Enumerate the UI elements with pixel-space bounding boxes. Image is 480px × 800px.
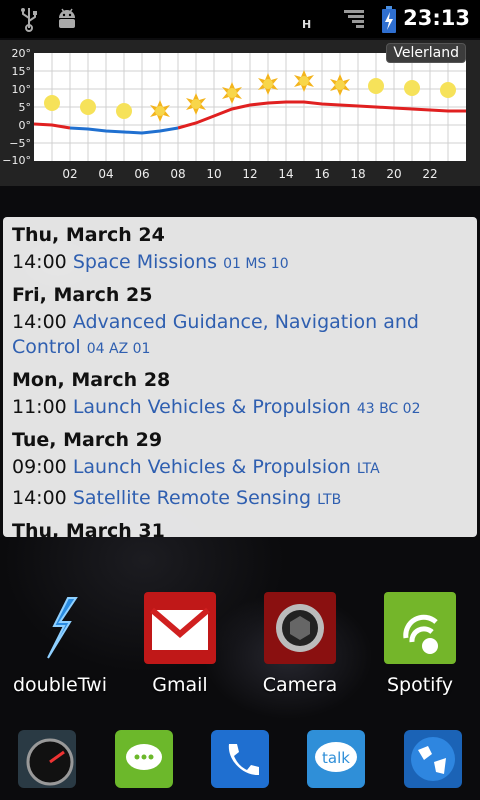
camera-icon: [264, 592, 336, 664]
x-axis-label: 14: [278, 167, 293, 181]
event-item[interactable]: 14:00 Satellite Remote Sensing LTB: [12, 486, 468, 513]
status-bar[interactable]: H 23:13: [0, 0, 480, 38]
moon-icon: [44, 95, 60, 111]
moon-icon: [440, 82, 456, 98]
messaging-icon[interactable]: [115, 730, 173, 788]
event-item[interactable]: 14:00 Space Missions 01 MS 10: [12, 250, 468, 277]
x-axis-label: 02: [62, 167, 77, 181]
x-axis-label: 12: [242, 167, 257, 181]
android-debug-icon: [59, 8, 75, 28]
event-title: Launch Vehicles & Propulsion: [72, 456, 351, 478]
event-item[interactable]: 11:00 Launch Vehicles & Propulsion 43 BC…: [12, 395, 468, 422]
talk-icon-text: talk: [322, 749, 350, 767]
y-axis-label: 15°: [12, 65, 32, 78]
gmail-icon: [144, 592, 216, 664]
event-room: LTB: [317, 492, 342, 508]
event-room: 01 MS 10: [223, 256, 289, 272]
y-axis-label: −10°: [2, 154, 31, 167]
x-axis-label: 10: [206, 167, 221, 181]
x-axis-label: 22: [422, 167, 437, 181]
day-header: Fri, March 25: [12, 284, 153, 306]
x-axis-label: 20: [386, 167, 401, 181]
talk-icon[interactable]: talk: [307, 730, 365, 788]
day-header: Tue, March 29: [12, 429, 163, 451]
event-item[interactable]: 14:00 Advanced Guidance, Navigation and …: [12, 310, 468, 362]
event-time: 14:00: [12, 251, 67, 273]
usb-icon: [21, 8, 37, 32]
event-room: LTA: [356, 461, 380, 477]
y-axis-label: 20°: [12, 47, 32, 60]
app-label: Gmail: [152, 674, 208, 696]
moon-icon: [404, 80, 420, 96]
x-axis-label: 18: [350, 167, 365, 181]
day-header: Mon, March 28: [12, 369, 171, 391]
speedometer-icon[interactable]: [18, 730, 76, 788]
app-label: Camera: [262, 674, 338, 696]
event-time: 11:00: [12, 396, 67, 418]
spotify-icon: [384, 592, 456, 664]
y-axis-label: −5°: [9, 137, 31, 150]
network-type: H: [302, 18, 312, 31]
x-axis-label: 04: [98, 167, 113, 181]
agenda-widget[interactable]: Thu, March 24 14:00 Space Missions 01 MS…: [3, 217, 477, 537]
x-axis-label: 06: [134, 167, 149, 181]
event-time: 14:00: [12, 487, 67, 509]
y-axis-label: 0°: [19, 119, 32, 132]
event-room: 04 AZ 01: [86, 341, 151, 357]
event-room: 43 BC 02: [356, 401, 421, 417]
location-badge[interactable]: Velerland: [386, 43, 466, 63]
event-title: Launch Vehicles & Propulsion: [72, 396, 351, 418]
clock: 23:13: [403, 6, 470, 30]
moon-icon: [368, 78, 384, 94]
y-axis-label: 5°: [19, 101, 32, 114]
day-header: Thu, March 31: [12, 520, 165, 537]
app-gmail[interactable]: Gmail: [125, 592, 235, 696]
event-title: Space Missions: [72, 251, 218, 273]
doubletwist-icon: [24, 592, 96, 664]
moon-icon: [116, 103, 132, 119]
browser-globe-icon[interactable]: [404, 730, 462, 788]
app-camera[interactable]: Camera: [245, 592, 355, 696]
signal-icon: [344, 10, 364, 28]
app-label: Spotify: [386, 674, 454, 696]
event-title: Satellite Remote Sensing: [72, 487, 312, 509]
battery-charging-icon: [382, 6, 396, 33]
x-axis-label: 16: [314, 167, 329, 181]
event-time: 14:00: [12, 311, 67, 333]
weather-widget[interactable]: 20° 15° 10° 5° 0° −5° −10° 02 04 06 08 1…: [0, 40, 480, 186]
event-time: 09:00: [12, 456, 67, 478]
day-header: Thu, March 24: [12, 224, 165, 246]
app-label: doubleTwi: [12, 674, 108, 696]
y-axis-label: 10°: [12, 83, 32, 96]
app-spotify[interactable]: Spotify: [365, 592, 475, 696]
phone-icon[interactable]: [211, 730, 269, 788]
x-axis-label: 08: [170, 167, 185, 181]
moon-icon: [80, 99, 96, 115]
app-doubletwist[interactable]: doubleTwi: [5, 592, 115, 696]
event-item[interactable]: 09:00 Launch Vehicles & Propulsion LTA: [12, 455, 468, 482]
event-title: Advanced Guidance, Navigation and Contro…: [12, 311, 419, 358]
